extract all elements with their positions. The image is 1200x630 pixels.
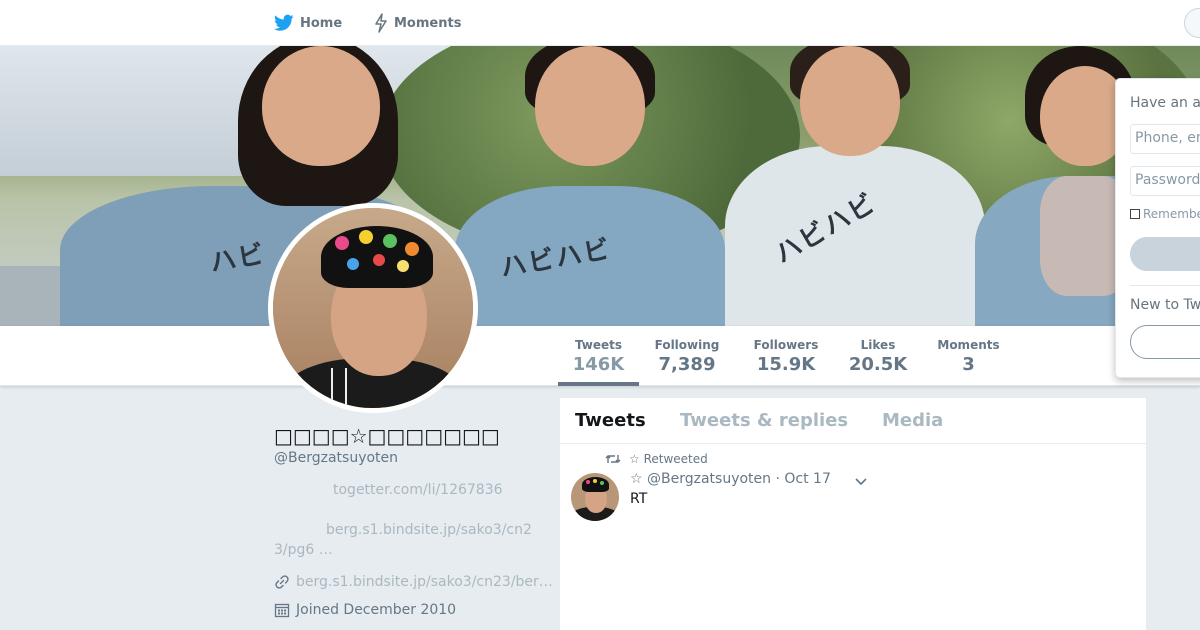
stat-moments-value: 3 (962, 354, 975, 375)
tweet-date[interactable]: · Oct 17 (775, 471, 830, 487)
tab-tweets[interactable]: Tweets (575, 410, 646, 431)
tab-media[interactable]: Media (882, 410, 943, 431)
calendar-icon (274, 603, 290, 618)
profile-joined: Joined December 2010 (296, 602, 457, 618)
stat-likes[interactable]: Likes 20.5K (843, 326, 913, 386)
password-input[interactable]: Password (1130, 166, 1200, 196)
stat-followers[interactable]: Followers 15.9K (745, 326, 827, 386)
retweet-icon (605, 455, 621, 463)
stat-moments[interactable]: Moments 3 (930, 326, 1007, 386)
profile-url[interactable]: berg.s1.bindsite.jp/sako3/cn23/ber… (296, 574, 553, 590)
profile-joined-row: Joined December 2010 (274, 602, 456, 618)
tab-tweets-replies[interactable]: Tweets & replies (680, 410, 848, 431)
lightning-icon (375, 13, 387, 33)
nav-home-label: Home (300, 15, 343, 31)
stat-likes-value: 20.5K (848, 354, 908, 375)
stat-tweets-label: Tweets (574, 338, 623, 352)
profile-name: □□□□☆□□□□□□□ (274, 424, 500, 448)
tweet-text: RT (630, 491, 648, 507)
stat-tweets[interactable]: Tweets 146K (558, 326, 639, 386)
stat-tweets-value: 146K (572, 354, 625, 375)
nav-home[interactable]: Home (274, 0, 342, 46)
tweet-header: ☆ @Bergzatsuyoten · Oct 17 (630, 471, 831, 487)
retweet-context: ☆ Retweeted (605, 452, 708, 466)
nav-user-avatar[interactable] (1184, 8, 1200, 38)
signup-title: New to Tw (1130, 297, 1200, 313)
nav-moments-label: Moments (394, 15, 462, 31)
nav-moments[interactable]: Moments (374, 0, 461, 46)
profile-stats-bar: Tweets 146K Following 7,389 Followers 15… (0, 326, 1200, 386)
profile-avatar[interactable] (268, 203, 478, 413)
login-title: Have an a (1130, 95, 1200, 111)
profile-handle[interactable]: @Bergzatsuyoten (274, 450, 398, 466)
stat-followers-value: 15.9K (756, 354, 816, 375)
profile-url-row: berg.s1.bindsite.jp/sako3/cn23/ber… (274, 574, 553, 590)
stat-followers-label: Followers (753, 338, 819, 352)
retweeted-label: ☆ Retweeted (629, 452, 708, 466)
stat-following-value: 7,389 (658, 354, 716, 375)
timeline-tabs: Tweets Tweets & replies Media (560, 398, 1146, 444)
bio-link-bindsite-cont[interactable]: 3/pg6 … (274, 542, 333, 558)
stat-moments-label: Moments (937, 338, 1000, 352)
tweet-author[interactable]: ☆ @Bergzatsuyoten (630, 471, 771, 487)
timeline: Tweets Tweets & replies Media ☆ Retweete… (559, 397, 1147, 630)
remember-me[interactable]: Remembe (1130, 207, 1200, 221)
bio-link-togetter[interactable]: togetter.com/li/1267836 (333, 482, 503, 498)
stat-following-label: Following (654, 338, 720, 352)
stat-likes-label: Likes (860, 338, 896, 352)
chevron-down-icon[interactable] (854, 476, 868, 486)
login-divider (1130, 285, 1200, 286)
login-button[interactable] (1130, 237, 1200, 271)
stat-following[interactable]: Following 7,389 (648, 326, 726, 386)
twitter-bird-icon (274, 14, 294, 31)
header-banner-image: ハビ ハビハビ ハビハビ (0, 46, 1200, 326)
link-icon (275, 575, 289, 589)
remember-me-checkbox[interactable] (1130, 209, 1140, 219)
top-navigation: Home Moments (0, 0, 1200, 46)
remember-me-label: Remembe (1143, 207, 1200, 221)
phone-email-input[interactable]: Phone, em (1130, 124, 1200, 154)
tweet-author-avatar[interactable] (571, 473, 619, 521)
bio-link-bindsite[interactable]: berg.s1.bindsite.jp/sako3/cn2 (326, 522, 532, 538)
login-dropdown: Have an a Phone, em Password Remembe New… (1115, 78, 1200, 378)
signup-button[interactable] (1130, 325, 1200, 359)
